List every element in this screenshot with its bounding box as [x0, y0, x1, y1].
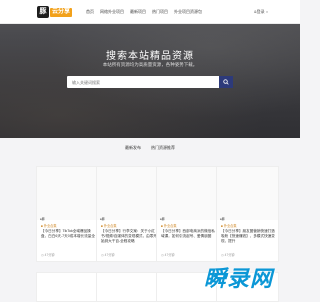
card-time: ◷ 47分钟 [41, 253, 55, 257]
resource-card[interactable]: ●豚 ■ 外业合集 【今日分享】TikTok全域爆品操盘，白白6天-7天0成本增… [36, 166, 99, 262]
search-icon [223, 79, 229, 85]
watermark-text: 瞬录网 [204, 266, 274, 291]
search-input[interactable] [67, 76, 219, 88]
hero-title: 搜索本站精品资源 [106, 51, 194, 62]
site-logo[interactable]: 豚 云分享 [37, 6, 74, 18]
card-thumbnail [157, 167, 218, 220]
menu-item-projects[interactable]: 网络外业项目 [100, 9, 124, 15]
card-category[interactable]: ■ 外业合集 [221, 223, 237, 228]
watermark: 瞬录网 [204, 262, 300, 292]
search-bar [67, 76, 233, 88]
card-time: ◷ 47分钟 [101, 253, 115, 257]
hero-subtitle: 本站所有资源均为高质量资源，各种姿势下载。 [102, 62, 198, 67]
card-logo: ●豚 [160, 217, 165, 221]
hero-banner: 搜索本站精品资源 本站所有资源均为高质量资源，各种姿势下载。 [0, 24, 300, 138]
resource-card[interactable]: ●豚 ■ 外业合集 【今日分享】朋友圈营销快速打造吸粉【快速赚钱】，多模式快速变… [216, 166, 279, 262]
card-title[interactable]: 【今日分享】朋友圈营销快速打造吸粉【快速赚钱】，多模式快速变现，提升 [221, 229, 277, 244]
resource-card[interactable] [36, 272, 99, 302]
card-logo: ●豚 [100, 217, 105, 221]
resource-card[interactable]: ●豚 ■ 外业合集 【今日分享】行李文案：关于小红书/视频/自媒体的变现模式，由… [96, 166, 159, 262]
top-nav: 豚 云分享 首页 网络外业项目 最新项目 热门项目 外业项目资源包 &登录 ○ [0, 0, 300, 24]
content-tabs: 最新发布 热门资源推荐 [0, 145, 300, 151]
card-category[interactable]: ■ 外业合集 [41, 223, 57, 228]
tab-latest[interactable]: 最新发布 [125, 145, 141, 151]
card-time: ◷ 47分钟 [221, 253, 235, 257]
card-logo: ●豚 [220, 217, 225, 221]
card-title[interactable]: 【今日分享】西部电商派的微信私域课，如何引流起号、爱情朋圈 [161, 229, 217, 239]
menu-item-hot[interactable]: 热门项目 [152, 9, 168, 15]
menu-item-home[interactable]: 首页 [86, 9, 94, 15]
card-category[interactable]: ■ 外业合集 [161, 223, 177, 228]
logo-mark: 豚 [37, 6, 49, 18]
card-title[interactable]: 【今日分享】行李文案：关于小红书/视频/自媒体的变现模式，由零开始到大干百-全程… [101, 229, 157, 244]
main-menu: 首页 网络外业项目 最新项目 热门项目 外业项目资源包 [86, 9, 202, 15]
card-logo: ●豚 [40, 217, 45, 221]
resource-card[interactable] [96, 272, 159, 302]
card-thumbnail [97, 167, 158, 220]
card-title[interactable]: 【今日分享】TikTok全域爆品操盘，白白6天-7天0成本增长流量全 [41, 229, 97, 239]
card-thumbnail [217, 167, 278, 220]
resource-card[interactable]: ●豚 ■ 外业合集 【今日分享】西部电商派的微信私域课，如何引流起号、爱情朋圈 … [156, 166, 219, 262]
logo-text: 云分享 [50, 7, 73, 17]
menu-item-packs[interactable]: 外业项目资源包 [174, 9, 202, 15]
login-link[interactable]: &登录 ○ [254, 9, 268, 15]
card-time: ◷ 47分钟 [161, 253, 175, 257]
menu-item-latest[interactable]: 最新项目 [130, 9, 146, 15]
card-category[interactable]: ■ 外业合集 [101, 223, 117, 228]
search-button[interactable] [219, 76, 233, 88]
card-thumbnail [37, 167, 98, 220]
tab-hot[interactable]: 热门资源推荐 [151, 145, 175, 151]
